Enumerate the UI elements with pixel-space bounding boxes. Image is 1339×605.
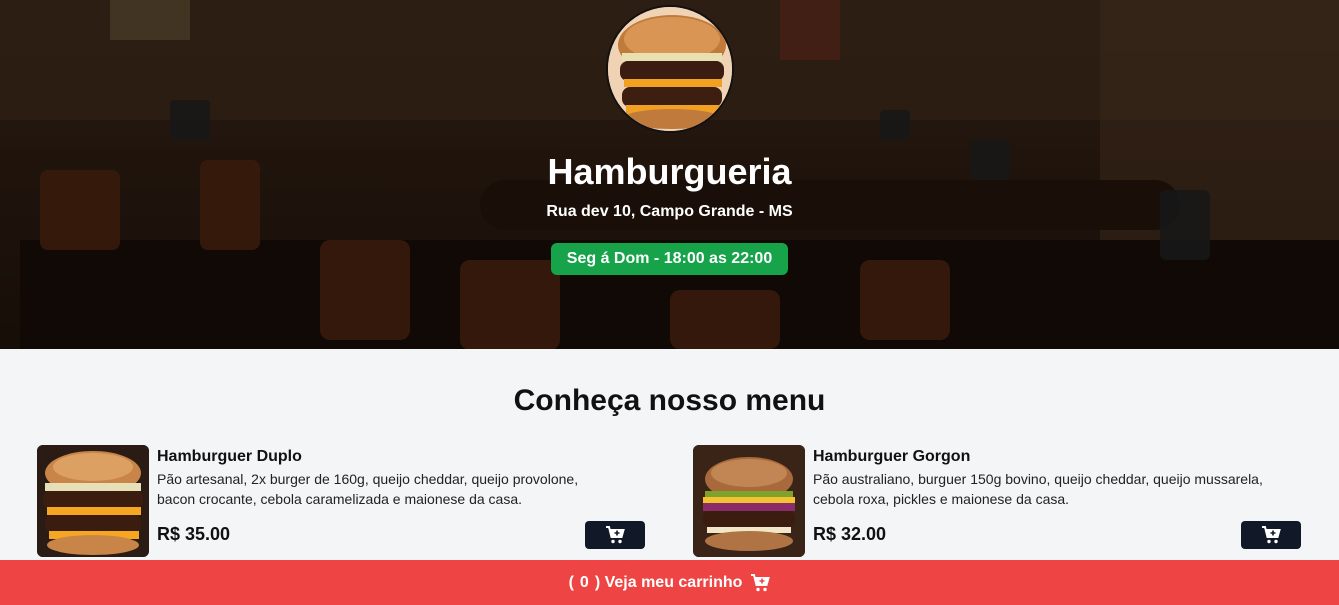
product-description: Pão australiano, burguer 150g bovino, qu…	[813, 471, 1263, 507]
add-to-cart-button[interactable]	[585, 521, 645, 549]
product-price: R$ 35.00	[157, 524, 231, 544]
restaurant-address: Rua dev 10, Campo Grande - MS	[546, 203, 793, 220]
menu-item: Hamburguer Duplo Pão artesanal, 2x burge…	[37, 445, 645, 557]
cart-plus-icon	[606, 526, 625, 544]
burger-logo-image	[605, 5, 734, 133]
cart-plus-icon	[750, 573, 771, 592]
product-info: Hamburguer Duplo Pão artesanal, 2x burge…	[149, 445, 645, 557]
cart-count: 0	[579, 573, 589, 591]
cart-open-paren: (	[568, 573, 574, 591]
menu-item: Hamburguer Gorgon Pão australiano, burgu…	[693, 445, 1301, 557]
burger-image-icon	[693, 445, 805, 557]
burger-logo-icon	[607, 7, 732, 131]
restaurant-title: Hamburgueria	[547, 151, 792, 192]
hero-banner: Hamburgueria Rua dev 10, Campo Grande - …	[0, 0, 1339, 349]
cart-plus-icon	[1262, 526, 1281, 544]
hero-content: Hamburgueria Rua dev 10, Campo Grande - …	[0, 0, 1339, 275]
product-image-hamburguer-gorgon	[693, 445, 805, 557]
view-cart-button[interactable]: ( 0 ) Veja meu carrinho	[0, 560, 1339, 605]
product-image-hamburguer-duplo	[37, 445, 149, 557]
add-to-cart-button[interactable]	[1241, 521, 1301, 549]
product-name: Hamburguer Duplo	[157, 448, 302, 465]
menu-title: Conheça nosso menu	[513, 384, 826, 417]
product-price: R$ 32.00	[813, 524, 887, 544]
product-name: Hamburguer Gorgon	[813, 448, 971, 465]
cart-label: ) Veja meu carrinho	[594, 573, 743, 591]
product-description: Pão artesanal, 2x burger de 160g, queijo…	[157, 471, 579, 507]
burger-image-icon	[37, 445, 149, 557]
opening-hours-badge: Seg á Dom - 18:00 as 22:00	[550, 243, 789, 275]
product-info: Hamburguer Gorgon Pão australiano, burgu…	[805, 445, 1301, 557]
